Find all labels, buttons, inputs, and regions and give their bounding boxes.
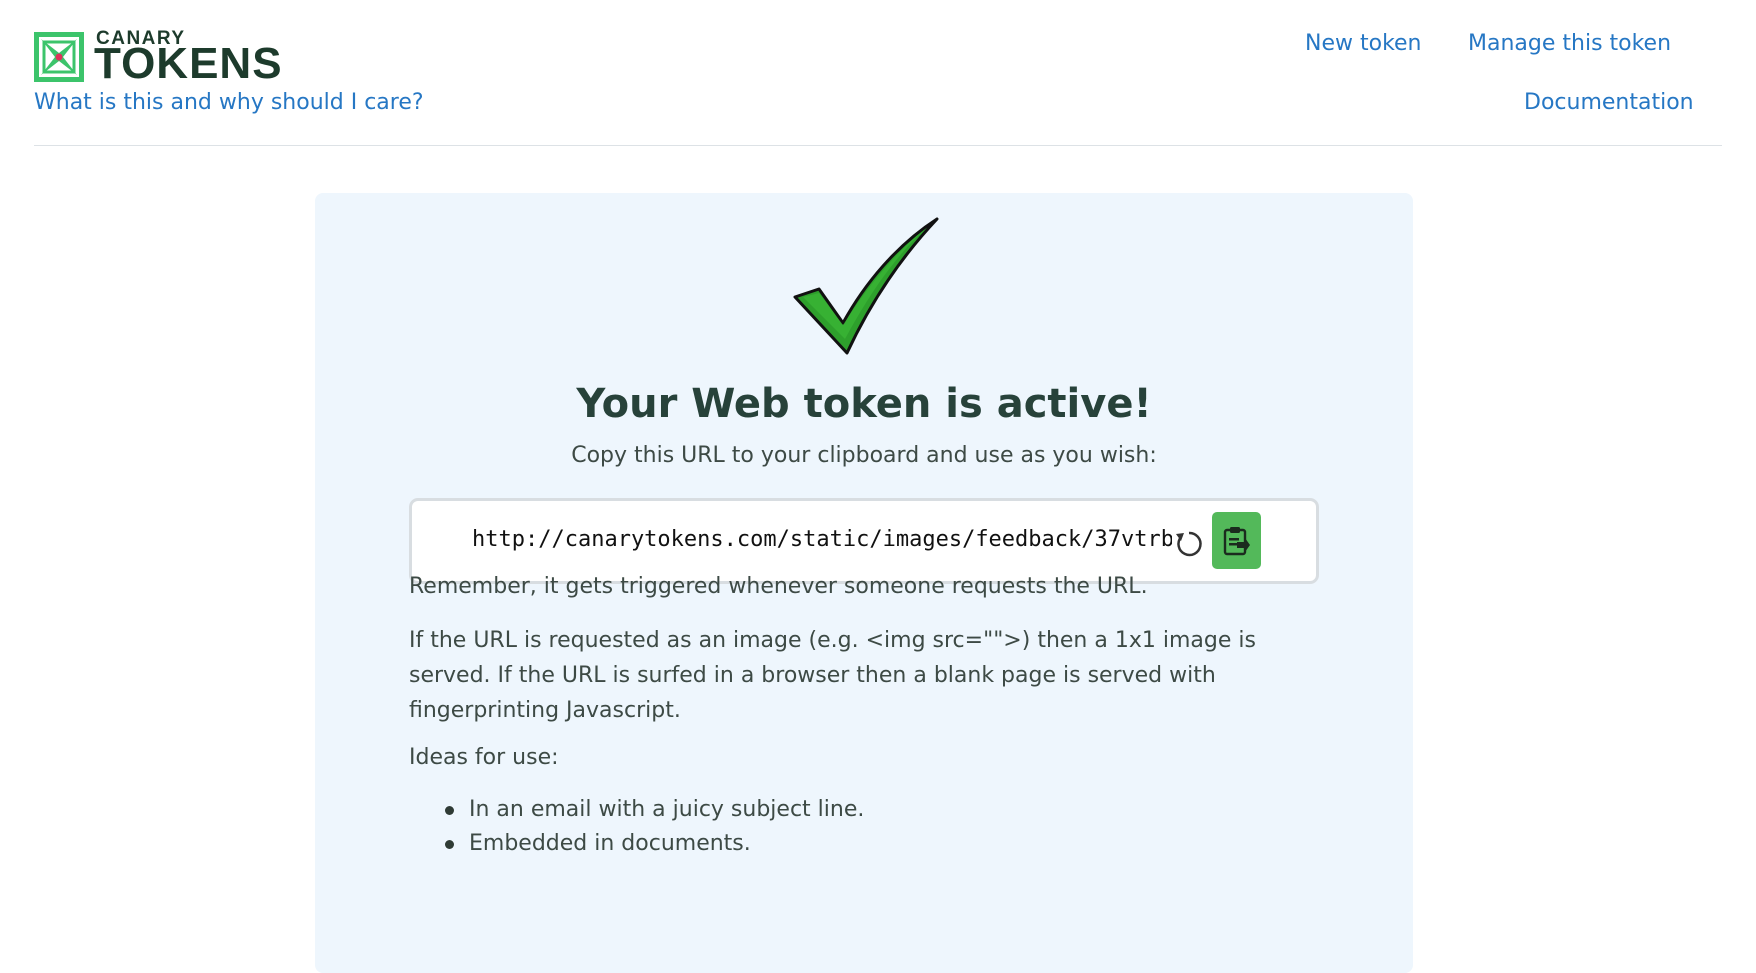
documentation-link[interactable]: Documentation — [1524, 89, 1694, 117]
logo-text-tokens: TOKENS — [94, 39, 283, 88]
manage-token-link[interactable]: Manage this token — [1468, 30, 1671, 58]
canarytokens-logo[interactable]: CANARY TOKENS — [34, 29, 324, 88]
clipboard-icon — [1223, 527, 1250, 556]
what-is-this-link[interactable]: What is this and why should I care? — [34, 89, 424, 117]
explanation-text: If the URL is requested as an image (e.g… — [409, 628, 1256, 723]
new-token-link[interactable]: New token — [1305, 30, 1422, 58]
site-header: CANARY TOKENS What is this and why shoul… — [0, 0, 1756, 146]
remember-text: Remember, it gets triggered whenever som… — [409, 574, 1148, 599]
header-divider — [34, 145, 1722, 146]
list-item: In an email with a juicy subject line. — [409, 793, 1319, 827]
refresh-icon[interactable] — [1172, 525, 1206, 561]
card-subtitle: Copy this URL to your clipboard and use … — [571, 443, 1157, 468]
ideas-list: In an email with a juicy subject line. E… — [409, 793, 1319, 861]
ideas-heading: Ideas for use: — [409, 745, 559, 770]
canary-logo-icon — [34, 32, 84, 82]
copy-url-button[interactable] — [1212, 512, 1261, 569]
card-title: Your Web token is active! — [576, 381, 1152, 427]
list-item: Embedded in documents. — [409, 827, 1319, 861]
checkmark-icon — [793, 217, 939, 355]
token-url[interactable]: http://canarytokens.com/static/images/fe… — [472, 525, 1172, 555]
token-active-card: Your Web token is active! Copy this URL … — [315, 193, 1413, 973]
